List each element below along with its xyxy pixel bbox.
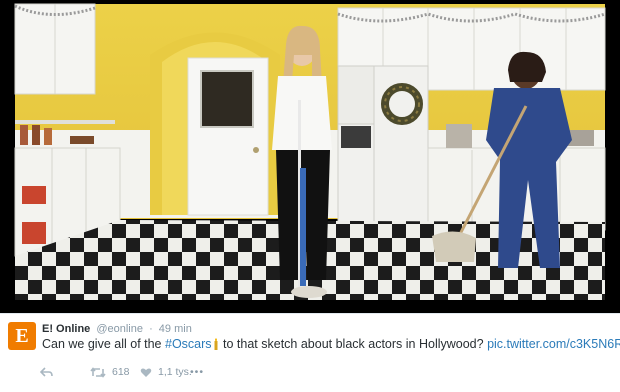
- candle-emoji: [213, 338, 219, 350]
- heart-icon: [140, 367, 152, 377]
- media-link[interactable]: pic.twitter.com/c3K5N6RuLj: [487, 337, 620, 351]
- retweet-icon: [90, 366, 106, 378]
- more-button[interactable]: •••: [190, 362, 204, 382]
- tweet-text: Can we give all of the #Oscars to that s…: [42, 337, 620, 351]
- tweet-actions: 618 1,1 tys. •••: [40, 362, 280, 382]
- author-handle[interactable]: @eonline: [96, 323, 143, 335]
- reply-icon: [40, 366, 53, 377]
- author-name[interactable]: E! Online: [42, 323, 90, 335]
- avatar[interactable]: E: [8, 322, 36, 350]
- retweet-count: 618: [112, 366, 130, 378]
- hashtag-link[interactable]: #Oscars: [165, 337, 212, 351]
- like-button[interactable]: 1,1 tys.: [140, 362, 192, 382]
- more-icon: •••: [190, 366, 205, 378]
- tweet-header: E! Online @eonline · 49 min: [42, 323, 195, 335]
- kitchen-scene-image: [0, 0, 620, 313]
- tweet-text-end: to that sketch about black actors in Hol…: [219, 337, 488, 351]
- tweet-media-image[interactable]: [0, 0, 620, 313]
- tweet-text-start: Can we give all of the: [42, 337, 165, 351]
- avatar-logo-letter: E: [15, 325, 29, 347]
- retweet-button[interactable]: 618: [90, 362, 130, 382]
- tweet-timestamp[interactable]: 49 min: [159, 323, 192, 335]
- like-count: 1,1 tys.: [158, 366, 192, 378]
- header-separator: ·: [149, 323, 153, 335]
- reply-button[interactable]: [40, 362, 53, 382]
